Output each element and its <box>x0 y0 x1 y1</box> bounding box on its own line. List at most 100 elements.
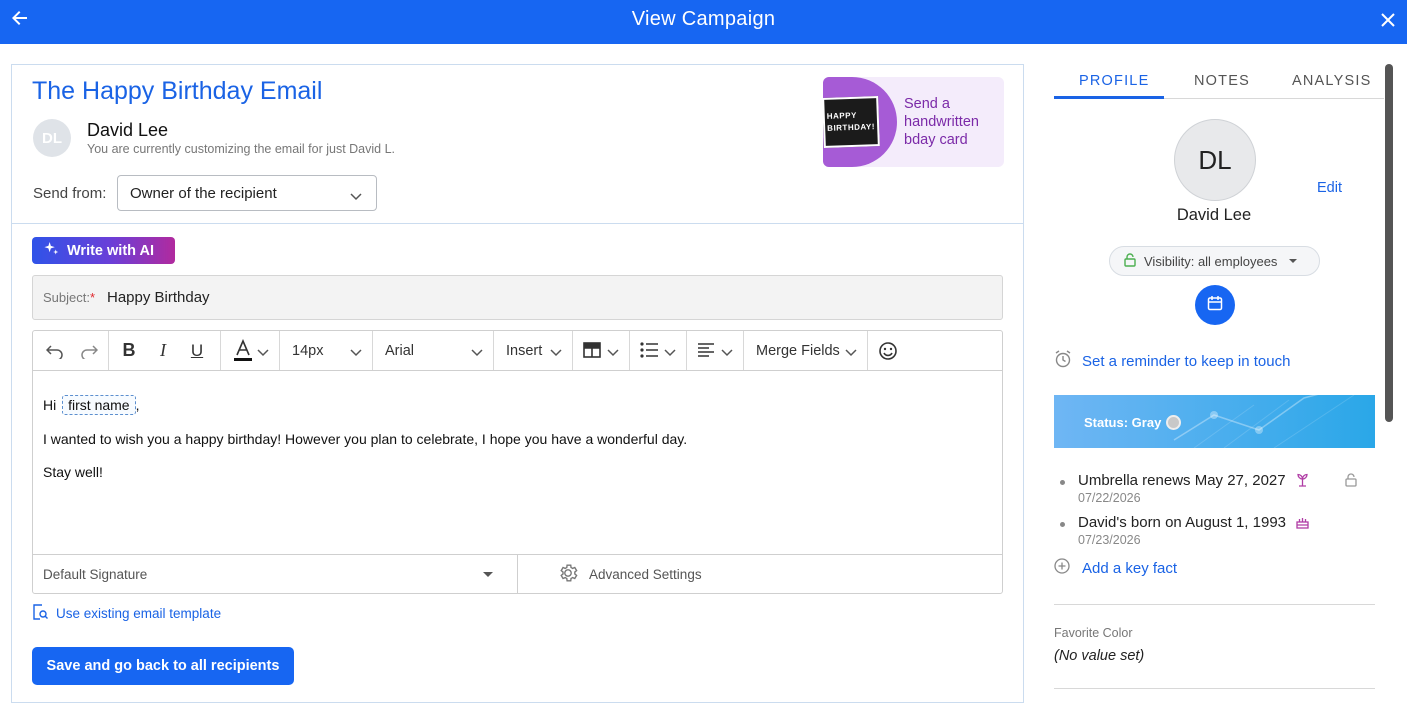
signature-select[interactable]: Default Signature <box>33 555 518 594</box>
text-color-dropdown[interactable] <box>221 331 280 370</box>
merge-field-chip[interactable]: first name <box>62 395 136 415</box>
key-fact-date: 07/23/2026 <box>1078 533 1141 547</box>
close-icon[interactable] <box>1381 13 1395 27</box>
signature-value: Default Signature <box>43 567 148 582</box>
chevron-down-icon <box>721 345 733 361</box>
tab-profile[interactable]: PROFILE <box>1079 73 1149 89</box>
active-tab-indicator <box>1054 96 1164 99</box>
insert-dropdown[interactable]: Insert <box>494 331 573 370</box>
send-from-label: Send from: <box>33 185 107 202</box>
font-size-value: 14px <box>292 343 324 359</box>
use-template-label: Use existing email template <box>56 606 222 621</box>
editor-toolbar: B I U 14px Arial Insert Merge Fields <box>33 331 1002 371</box>
page-title: View Campaign <box>631 8 776 30</box>
divider <box>1054 604 1375 605</box>
plus-circle-icon <box>1054 558 1070 578</box>
favorite-color-value[interactable]: (No value set) <box>1054 648 1144 664</box>
chevron-down-icon <box>607 345 619 361</box>
top-bar: View Campaign <box>0 0 1407 44</box>
bullet <box>1060 522 1065 527</box>
add-key-fact-label: Add a key fact <box>1082 559 1178 577</box>
chevron-down-icon <box>471 345 483 361</box>
send-from-value: Owner of the recipient <box>130 185 277 202</box>
birthday-card-image: HAPPY BIRTHDAY! <box>823 96 880 148</box>
table-icon <box>583 342 601 362</box>
profile-avatar: DL <box>1174 119 1256 201</box>
merge-fields-dropdown[interactable]: Merge Fields <box>744 331 868 370</box>
avatar: DL <box>33 119 71 157</box>
set-reminder-label: Set a reminder to keep in touch <box>1082 352 1291 370</box>
use-template-link[interactable]: Use existing email template <box>32 604 221 623</box>
chevron-down-icon <box>350 188 362 205</box>
chevron-down-icon <box>664 345 676 361</box>
list-dropdown[interactable] <box>630 331 687 370</box>
subject-field[interactable]: Subject:* Happy Birthday <box>32 275 1003 320</box>
text-color-icon <box>233 338 253 365</box>
caret-down-icon <box>1289 259 1298 263</box>
scrollbar[interactable] <box>1385 64 1393 422</box>
rich-text-editor[interactable]: B I U 14px Arial Insert Merge Fields Hi … <box>32 330 1003 594</box>
handwritten-card-promo[interactable]: HAPPY BIRTHDAY! Send a handwritten bday … <box>823 77 1004 167</box>
calendar-button[interactable] <box>1195 285 1235 325</box>
bold-icon[interactable]: B <box>109 331 149 370</box>
promo-text: Send a handwritten bday card <box>904 96 979 148</box>
chevron-down-icon <box>845 345 857 361</box>
key-fact-text: Umbrella renews May 27, 2027 <box>1078 472 1309 491</box>
emoji-icon[interactable] <box>868 331 908 370</box>
key-fact-text: David's born on August 1, 1993 <box>1078 514 1309 533</box>
subject-label: Subject:* <box>43 290 96 305</box>
lock-icon <box>1345 473 1357 492</box>
subject-value[interactable]: Happy Birthday <box>107 289 210 306</box>
body-signoff: Stay well! <box>43 464 103 480</box>
email-title: The Happy Birthday Email <box>32 77 323 105</box>
status-label: Status: Gray <box>1084 415 1162 430</box>
cake-icon <box>1296 515 1309 533</box>
align-dropdown[interactable] <box>687 331 744 370</box>
status-banner: Status: Gray <box>1054 395 1375 448</box>
redo-icon[interactable] <box>77 331 101 370</box>
undo-redo-group <box>33 331 109 370</box>
favorite-color-label: Favorite Color <box>1054 626 1133 640</box>
write-with-ai-button[interactable]: Write with AI <box>32 237 175 264</box>
advanced-settings-button[interactable]: Advanced Settings <box>557 555 702 594</box>
chevron-down-icon <box>257 345 269 361</box>
set-reminder-link[interactable]: Set a reminder to keep in touch <box>1054 350 1290 372</box>
save-and-back-button[interactable]: Save and go back to all recipients <box>32 647 294 685</box>
align-left-icon <box>697 343 715 361</box>
divider <box>1054 688 1375 689</box>
italic-icon[interactable]: I <box>149 331 177 370</box>
umbrella-plant-icon <box>1296 473 1309 491</box>
tab-notes[interactable]: NOTES <box>1194 73 1250 89</box>
key-fact-date: 07/22/2026 <box>1078 491 1141 505</box>
edit-profile-link[interactable]: Edit <box>1317 180 1342 196</box>
advanced-settings-label: Advanced Settings <box>589 567 702 582</box>
template-search-icon <box>32 604 48 623</box>
font-size-dropdown[interactable]: 14px <box>280 331 373 370</box>
bullet-list-icon <box>640 342 658 362</box>
status-dot <box>1166 415 1181 430</box>
recipient-name: David Lee <box>87 120 169 140</box>
add-key-fact-button[interactable]: Add a key fact <box>1054 558 1177 578</box>
chevron-down-icon <box>550 345 562 361</box>
visibility-dropdown[interactable]: Visibility: all employees <box>1109 246 1320 276</box>
underline-icon[interactable]: U <box>177 331 217 370</box>
write-with-ai-label: Write with AI <box>67 242 154 259</box>
table-dropdown[interactable] <box>573 331 630 370</box>
gear-icon <box>557 562 579 587</box>
alarm-clock-icon <box>1054 350 1072 372</box>
send-from-select[interactable]: Owner of the recipient <box>117 175 377 211</box>
text-style-group: B I U <box>109 331 221 370</box>
email-header: The Happy Birthday Email DL David Lee Yo… <box>12 65 1023 224</box>
sparkle-icon <box>44 241 59 260</box>
calendar-icon <box>1207 295 1223 316</box>
font-family-value: Arial <box>385 343 415 359</box>
font-family-dropdown[interactable]: Arial <box>373 331 494 370</box>
tab-analysis[interactable]: ANALYSIS <box>1292 73 1371 89</box>
undo-icon[interactable] <box>33 331 77 370</box>
body-paragraph: I wanted to wish you a happy birthday! H… <box>43 431 688 447</box>
visibility-label: Visibility: all employees <box>1144 253 1278 269</box>
bullet <box>1060 480 1065 485</box>
merge-fields-label: Merge Fields <box>756 343 840 359</box>
insert-label: Insert <box>506 343 543 359</box>
email-editor-card: The Happy Birthday Email DL David Lee Yo… <box>11 64 1024 703</box>
